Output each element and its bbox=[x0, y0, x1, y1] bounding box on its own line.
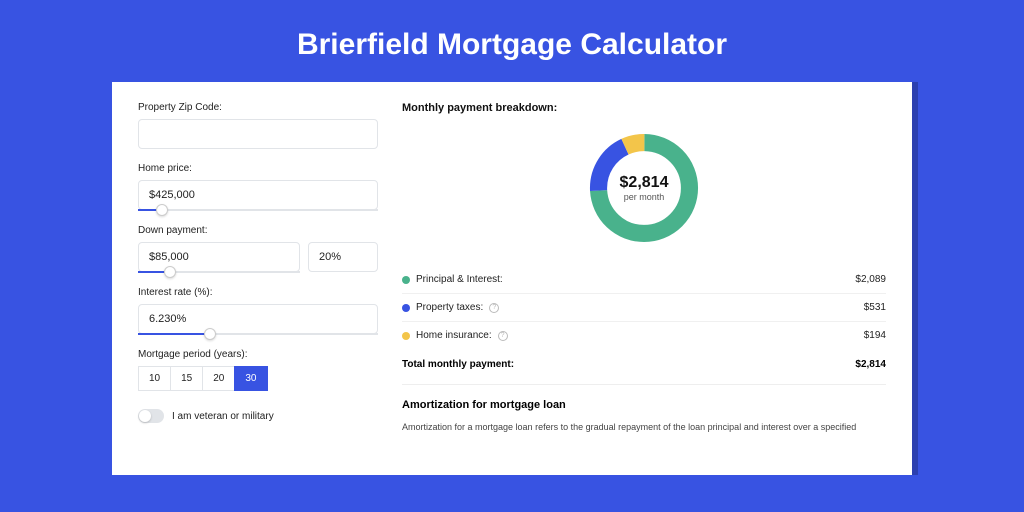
form-panel: Property Zip Code: Home price: Down paym… bbox=[138, 102, 378, 435]
period-field: Mortgage period (years): 10152030 bbox=[138, 349, 378, 391]
donut-sub: per month bbox=[624, 192, 665, 202]
breakdown-label: Principal & Interest: bbox=[416, 274, 503, 285]
total-label: Total monthly payment: bbox=[402, 359, 514, 370]
amort-text: Amortization for a mortgage loan refers … bbox=[402, 421, 886, 435]
breakdown-row: Principal & Interest: $2,089 bbox=[402, 266, 886, 294]
rate-input[interactable] bbox=[138, 304, 378, 334]
down-label: Down payment: bbox=[138, 225, 378, 236]
legend-dot-icon bbox=[402, 332, 410, 340]
zip-field: Property Zip Code: bbox=[138, 102, 378, 149]
donut-amount: $2,814 bbox=[620, 174, 669, 192]
breakdown-label: Home insurance: bbox=[416, 330, 492, 341]
price-input[interactable] bbox=[138, 180, 378, 210]
rate-field: Interest rate (%): bbox=[138, 287, 378, 335]
breakdown-row: Property taxes:? $531 bbox=[402, 294, 886, 322]
slider-handle-icon[interactable] bbox=[204, 328, 216, 340]
down-amount-input[interactable] bbox=[138, 242, 300, 272]
rate-label: Interest rate (%): bbox=[138, 287, 378, 298]
breakdown-value: $531 bbox=[864, 302, 886, 313]
total-row: Total monthly payment: $2,814 bbox=[402, 349, 886, 385]
down-percent-input[interactable] bbox=[308, 242, 378, 272]
slider-handle-icon[interactable] bbox=[164, 266, 176, 278]
period-buttons: 10152030 bbox=[138, 366, 378, 391]
breakdown-panel: Monthly payment breakdown: $2,814 per mo… bbox=[402, 102, 886, 435]
zip-input[interactable] bbox=[138, 119, 378, 149]
breakdown-list: Principal & Interest: $2,089 Property taxe… bbox=[402, 266, 886, 349]
veteran-label: I am veteran or military bbox=[172, 411, 274, 422]
info-icon[interactable]: ? bbox=[489, 303, 499, 313]
down-field: Down payment: bbox=[138, 225, 378, 273]
breakdown-value: $194 bbox=[864, 330, 886, 341]
page-title: Brierfield Mortgage Calculator bbox=[0, 0, 1024, 82]
toggle-knob-icon bbox=[139, 410, 151, 422]
donut-center: $2,814 per month bbox=[584, 128, 704, 248]
price-field: Home price: bbox=[138, 163, 378, 211]
breakdown-heading: Monthly payment breakdown: bbox=[402, 102, 886, 114]
slider-handle-icon[interactable] bbox=[156, 204, 168, 216]
donut-chart: $2,814 per month bbox=[584, 128, 704, 248]
calculator-card: Property Zip Code: Home price: Down paym… bbox=[112, 82, 912, 475]
zip-label: Property Zip Code: bbox=[138, 102, 378, 113]
rate-slider[interactable] bbox=[138, 333, 378, 335]
legend-dot-icon bbox=[402, 276, 410, 284]
period-button-30[interactable]: 30 bbox=[234, 366, 267, 391]
veteran-toggle[interactable] bbox=[138, 409, 164, 423]
total-value: $2,814 bbox=[855, 359, 886, 370]
period-button-20[interactable]: 20 bbox=[202, 366, 235, 391]
period-button-10[interactable]: 10 bbox=[138, 366, 171, 391]
breakdown-row: Home insurance:? $194 bbox=[402, 322, 886, 349]
period-label: Mortgage period (years): bbox=[138, 349, 378, 360]
period-button-15[interactable]: 15 bbox=[170, 366, 203, 391]
down-slider[interactable] bbox=[138, 271, 300, 273]
veteran-row: I am veteran or military bbox=[138, 409, 378, 423]
legend-dot-icon bbox=[402, 304, 410, 312]
price-label: Home price: bbox=[138, 163, 378, 174]
donut-chart-wrap: $2,814 per month bbox=[402, 128, 886, 248]
amort-heading: Amortization for mortgage loan bbox=[402, 399, 886, 411]
breakdown-value: $2,089 bbox=[855, 274, 886, 285]
breakdown-label: Property taxes: bbox=[416, 302, 483, 313]
price-slider[interactable] bbox=[138, 209, 378, 211]
info-icon[interactable]: ? bbox=[498, 331, 508, 341]
